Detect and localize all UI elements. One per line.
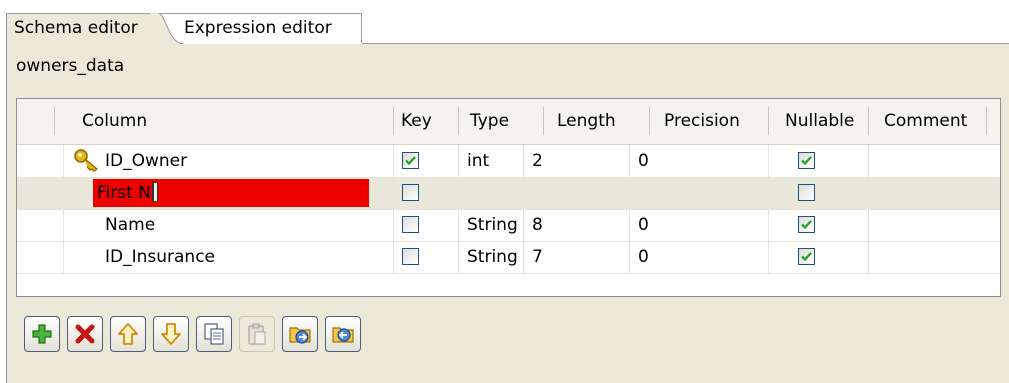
key-checkbox[interactable] xyxy=(402,184,419,201)
header-comment[interactable]: Comment xyxy=(868,99,1000,145)
export-icon xyxy=(332,327,354,343)
arrow-down-icon xyxy=(161,323,181,345)
header-type[interactable]: Type xyxy=(458,99,543,145)
tab-expression-editor[interactable]: Expression editor xyxy=(160,13,362,43)
cell-precision[interactable]: 0 xyxy=(634,247,649,267)
copy-button[interactable] xyxy=(196,316,232,352)
copy-icon xyxy=(204,323,224,345)
header-separator xyxy=(868,107,869,135)
cell-column[interactable]: ID_Insurance xyxy=(101,247,215,267)
cell-column[interactable]: ID_Owner xyxy=(101,151,187,171)
key-icon xyxy=(74,149,99,172)
grid-line xyxy=(17,241,1000,242)
nullable-checkbox[interactable] xyxy=(798,216,815,233)
key-checkbox[interactable] xyxy=(402,152,419,169)
paste-button[interactable] xyxy=(239,316,275,352)
cell-type[interactable]: String xyxy=(463,215,518,235)
check-icon xyxy=(801,252,812,262)
header-spacer xyxy=(17,99,54,145)
schema-table[interactable]: Column Key Type Length Precision Nullabl… xyxy=(16,98,1001,297)
tab-schema-editor-label: Schema editor xyxy=(14,18,138,38)
paste-icon xyxy=(248,323,266,345)
cell-type[interactable]: int xyxy=(463,151,489,171)
schema-title: owners_data xyxy=(16,56,125,76)
cell-precision[interactable]: 0 xyxy=(634,215,649,235)
header-nullable-label: Nullable xyxy=(785,111,855,131)
grid-line xyxy=(17,273,1000,274)
nullable-checkbox[interactable] xyxy=(798,184,815,201)
cell-length[interactable]: 8 xyxy=(528,215,543,235)
import-button[interactable] xyxy=(282,316,318,352)
header-nullable[interactable]: Nullable xyxy=(768,99,868,145)
plus-icon xyxy=(32,324,52,344)
check-icon xyxy=(801,220,812,230)
cell-length[interactable]: 7 xyxy=(528,247,543,267)
key-checkbox[interactable] xyxy=(402,216,419,233)
check-icon xyxy=(801,156,812,166)
header-precision[interactable]: Precision xyxy=(649,99,768,145)
header-length[interactable]: Length xyxy=(543,99,649,145)
header-separator xyxy=(768,107,769,135)
add-button[interactable] xyxy=(24,316,60,352)
header-key[interactable]: Key xyxy=(393,99,458,145)
move-down-button[interactable] xyxy=(153,316,189,352)
cell-column[interactable]: Name xyxy=(101,215,155,235)
text-cursor xyxy=(151,182,158,202)
nullable-checkbox[interactable] xyxy=(798,248,815,265)
header-type-label: Type xyxy=(470,111,510,131)
header-column[interactable]: Column xyxy=(54,99,393,145)
delete-x-icon xyxy=(75,324,95,344)
editor-tabs: Schema editor Expression editor xyxy=(0,0,1009,44)
export-button[interactable] xyxy=(325,316,361,352)
header-separator xyxy=(649,107,650,135)
grid-line xyxy=(17,177,1000,178)
remove-button[interactable] xyxy=(67,316,103,352)
header-key-label: Key xyxy=(401,111,432,131)
cell-length[interactable]: 2 xyxy=(528,151,543,171)
edit-field-text: First N xyxy=(97,183,151,203)
key-checkbox[interactable] xyxy=(402,248,419,265)
arrow-up-icon xyxy=(118,323,138,345)
header-separator xyxy=(54,107,55,135)
header-separator xyxy=(393,107,394,135)
header-precision-label: Precision xyxy=(664,111,740,131)
header-length-label: Length xyxy=(557,111,616,131)
move-up-button[interactable] xyxy=(110,316,146,352)
header-comment-label: Comment xyxy=(884,111,968,131)
tab-expression-editor-label: Expression editor xyxy=(184,18,332,38)
grid-line xyxy=(17,209,1000,210)
column-name-edit-field[interactable]: First N xyxy=(93,179,369,207)
check-icon xyxy=(405,156,416,166)
header-separator xyxy=(986,107,987,135)
import-icon xyxy=(289,327,311,344)
nullable-checkbox[interactable] xyxy=(798,152,815,169)
header-separator xyxy=(458,107,459,135)
tab-schema-editor[interactable]: Schema editor xyxy=(6,13,158,44)
header-column-label: Column xyxy=(82,111,148,131)
header-separator xyxy=(543,107,544,135)
cell-type[interactable]: String xyxy=(463,247,518,267)
tab-divider xyxy=(150,13,184,44)
cell-precision[interactable]: 0 xyxy=(634,151,649,171)
